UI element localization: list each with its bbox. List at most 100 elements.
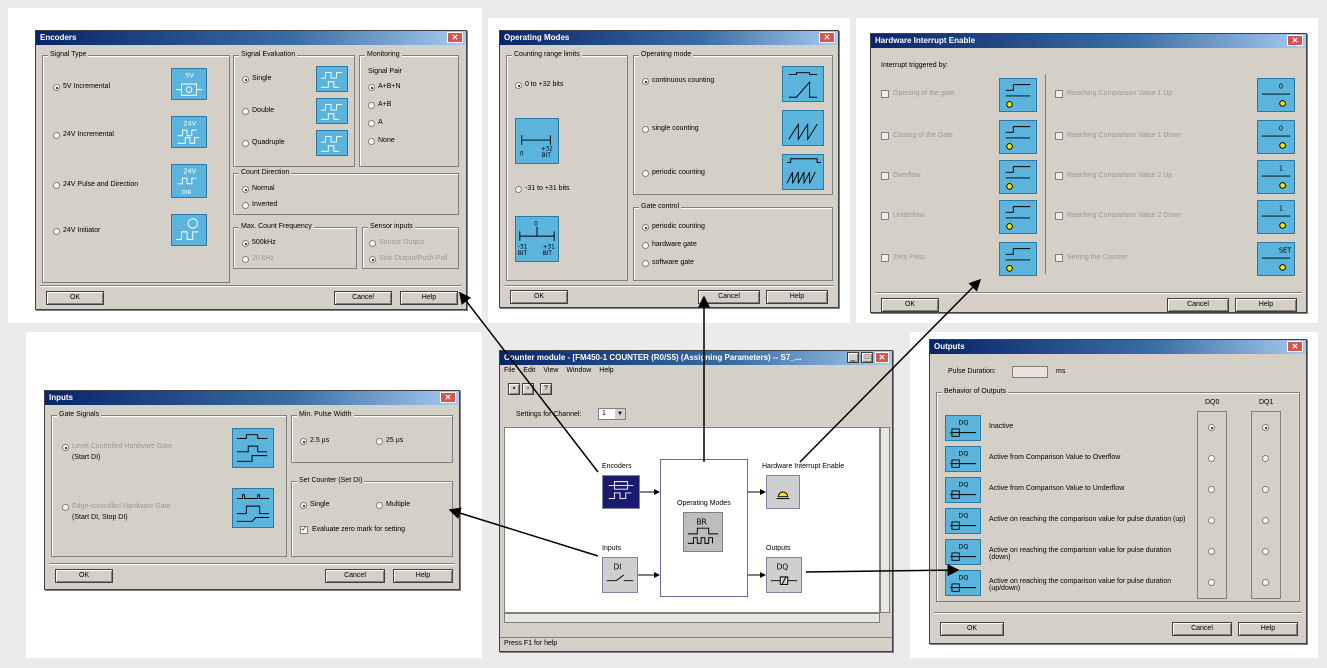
hw-right-checkbox[interactable] (1055, 254, 1063, 262)
radio-24v-pulse[interactable] (53, 182, 60, 189)
radio-single[interactable] (242, 76, 249, 83)
label-0-32: 0 to +32 bits (525, 81, 564, 88)
close-icon[interactable]: ✕ (1287, 35, 1303, 46)
encoders-cancel-button[interactable]: Cancel (334, 291, 392, 305)
gate-signals-legend: Gate Signals (57, 411, 102, 418)
radio-sink[interactable] (369, 256, 376, 263)
radio-25us[interactable] (376, 438, 383, 445)
hw-right-checkbox[interactable] (1055, 172, 1063, 180)
range1-plus: +32 (541, 147, 553, 153)
radio-ab[interactable] (368, 102, 375, 109)
opmodes-ok-button[interactable]: OK (510, 290, 568, 304)
outputs-help-button[interactable]: Help (1238, 622, 1298, 636)
help-query-icon[interactable]: ? (540, 383, 552, 395)
radio-5v[interactable] (53, 84, 60, 91)
dq0-radio[interactable] (1208, 455, 1215, 462)
dq0-header: DQ0 (1205, 399, 1220, 406)
maximize-icon[interactable]: □ (861, 352, 873, 363)
opmodes-cancel-button[interactable]: Cancel (698, 290, 760, 304)
dq0-radio[interactable] (1208, 517, 1215, 524)
close-icon[interactable]: ✕ (440, 392, 456, 403)
radio-gate-periodic[interactable] (642, 224, 649, 231)
encoders-help-button[interactable]: Help (400, 291, 458, 305)
radio-2-5us[interactable] (300, 438, 307, 445)
hw-left-checkbox[interactable] (881, 132, 889, 140)
menu-edit[interactable]: Edit (523, 367, 535, 374)
radio-level-gate[interactable] (62, 444, 69, 451)
menu-file[interactable]: File (504, 367, 515, 374)
hw-right-checkbox[interactable] (1055, 132, 1063, 140)
radio-none[interactable] (368, 138, 375, 145)
outputs-block[interactable]: DQ (766, 557, 802, 593)
radio-500khz[interactable] (242, 240, 249, 247)
radio-single-counting[interactable] (642, 126, 649, 133)
radio-hardware-gate[interactable] (642, 242, 649, 249)
dq1-radio[interactable] (1262, 517, 1269, 524)
menu-view[interactable]: View (543, 367, 558, 374)
hwint-help-button[interactable]: Help (1235, 298, 1297, 312)
outputs-cancel-button[interactable]: Cancel (1172, 622, 1232, 636)
hwint-cancel-button[interactable]: Cancel (1167, 298, 1229, 312)
radio-periodic-counting[interactable] (642, 170, 649, 177)
outputs-ok-button[interactable]: OK (940, 622, 1004, 636)
print-icon[interactable]: ▫ (522, 383, 534, 395)
radio-a[interactable] (368, 120, 375, 127)
radio-20khz[interactable] (242, 256, 249, 263)
dq1-radio[interactable] (1262, 579, 1269, 586)
hw-interrupt-block[interactable] (766, 475, 800, 509)
horizontal-scrollbar[interactable] (504, 613, 880, 623)
inputs-ok-button[interactable]: OK (55, 569, 113, 583)
inputs-help-button[interactable]: Help (393, 569, 453, 583)
close-icon[interactable]: ✕ (447, 32, 463, 43)
dq0-radio[interactable] (1208, 548, 1215, 555)
radio-24v-inc[interactable] (53, 132, 60, 139)
dq0-radio[interactable] (1208, 424, 1215, 431)
hw-right-checkbox[interactable] (1055, 90, 1063, 98)
operating-modes-block[interactable]: Operating Modes BR (660, 459, 748, 597)
radio-31-31[interactable] (515, 186, 522, 193)
close-icon[interactable]: ✕ (819, 32, 835, 43)
encoders-block[interactable] (602, 475, 640, 509)
radio-double[interactable] (242, 108, 249, 115)
label-normal: Normal (252, 185, 275, 192)
radio-edge-gate[interactable] (62, 504, 69, 511)
opmodes-help-button[interactable]: Help (766, 290, 828, 304)
dq1-radio[interactable] (1262, 486, 1269, 493)
radio-continuous[interactable] (642, 78, 649, 85)
hwint-ok-button[interactable]: OK (881, 298, 939, 312)
radio-24v-initiator[interactable] (53, 228, 60, 235)
zero-mark-checkbox[interactable]: ✓ (300, 526, 308, 534)
hw-left-label: Zero Pass (893, 254, 925, 261)
close-icon[interactable]: ✕ (875, 352, 889, 363)
dq1-radio[interactable] (1262, 548, 1269, 555)
encoders-ok-button[interactable]: OK (46, 291, 104, 305)
menu-window[interactable]: Window (566, 367, 591, 374)
hw-right-checkbox[interactable] (1055, 212, 1063, 220)
save-icon[interactable]: ▪ (508, 383, 520, 395)
radio-quadruple[interactable] (242, 140, 249, 147)
dq0-radio[interactable] (1208, 486, 1215, 493)
minimize-icon[interactable]: _ (847, 352, 859, 363)
hw-left-checkbox[interactable] (881, 254, 889, 262)
menu-help[interactable]: Help (599, 367, 613, 374)
inputs-block[interactable]: DI (602, 557, 638, 593)
radio-source[interactable] (369, 240, 376, 247)
hw-left-checkbox[interactable] (881, 212, 889, 220)
dq1-radio[interactable] (1262, 455, 1269, 462)
dq1-radio[interactable] (1262, 424, 1269, 431)
radio-abn[interactable] (368, 84, 375, 91)
radio-set-multiple[interactable] (376, 502, 383, 509)
pulse-duration-input[interactable] (1012, 366, 1048, 378)
close-icon[interactable]: ✕ (1287, 341, 1303, 352)
radio-set-single[interactable] (300, 502, 307, 509)
radio-0-32[interactable] (515, 82, 522, 89)
radio-software-gate[interactable] (642, 260, 649, 267)
channel-select[interactable]: 1 ▼ (598, 408, 626, 420)
vertical-scrollbar[interactable] (880, 427, 890, 613)
radio-inverted[interactable] (242, 202, 249, 209)
hw-left-checkbox[interactable] (881, 90, 889, 98)
radio-normal[interactable] (242, 186, 249, 193)
hw-left-checkbox[interactable] (881, 172, 889, 180)
inputs-cancel-button[interactable]: Cancel (325, 569, 385, 583)
dq0-radio[interactable] (1208, 579, 1215, 586)
